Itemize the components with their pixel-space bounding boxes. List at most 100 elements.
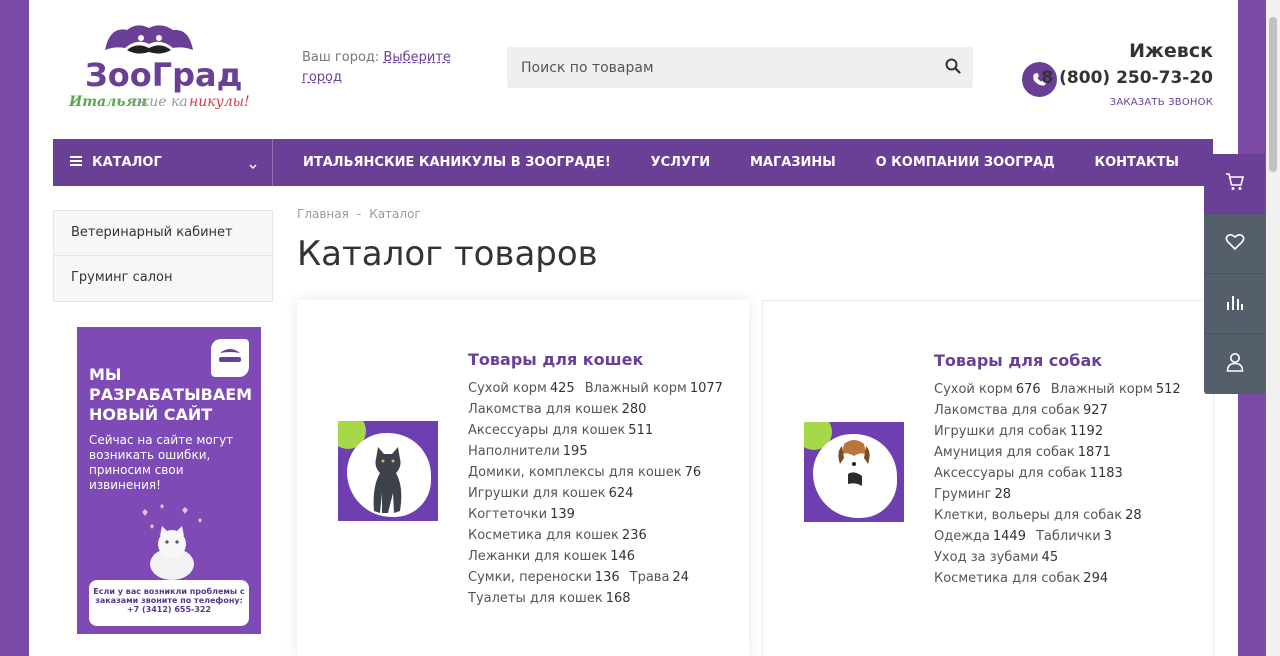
subcategory-count: 624 bbox=[608, 486, 634, 501]
subcategory-count: 139 bbox=[550, 507, 575, 522]
card-title-cats[interactable]: Товары для кошек bbox=[468, 350, 738, 369]
subcategory-count: 1077 bbox=[689, 381, 723, 396]
profile-button[interactable] bbox=[1204, 334, 1265, 394]
subcategory-link[interactable]: Когтеточки bbox=[468, 507, 547, 522]
category-row: Лежанки для кошек 146 bbox=[468, 546, 738, 567]
category-row: Сумки, переноски 136 Трава 24 bbox=[468, 567, 738, 588]
banner-cat-image bbox=[132, 502, 212, 582]
subcategory-link[interactable]: Игрушки для кошек bbox=[468, 486, 606, 501]
nav-item-services[interactable]: УСЛУГИ bbox=[651, 155, 711, 170]
phone-number[interactable]: 8 (800) 250-73-20 bbox=[1041, 68, 1213, 88]
category-row: Туалеты для кошек 168 bbox=[468, 588, 738, 609]
category-row: Одежда 1449 Таблички 3 bbox=[934, 526, 1204, 547]
page-scrollbar[interactable] bbox=[1266, 0, 1280, 656]
nav-item-stores[interactable]: МАГАЗИНЫ bbox=[750, 155, 836, 170]
category-row: Сухой корм 425 Влажный корм 1077 bbox=[468, 378, 738, 399]
svg-text:ские ка: ские ка bbox=[133, 94, 188, 110]
subcategory-link[interactable]: Игрушки для собак bbox=[934, 424, 1067, 439]
cart-icon bbox=[1225, 172, 1245, 195]
site-logo[interactable]: ЗооГрад Итальян ские ка никулы! bbox=[65, 20, 250, 116]
subcategory-link[interactable]: Наполнители bbox=[468, 444, 560, 459]
chevron-down-icon bbox=[249, 159, 257, 174]
category-row: Уход за зубами 45 bbox=[934, 547, 1204, 568]
subcategory-link[interactable]: Аксессуары для кошек bbox=[468, 423, 625, 438]
city-selector: Ваш город: Выберите город bbox=[302, 48, 472, 88]
search-icon[interactable] bbox=[945, 58, 963, 76]
category-row: Косметика для кошек 236 bbox=[468, 525, 738, 546]
scrollbar-thumb[interactable] bbox=[1269, 17, 1277, 172]
subcategory-link[interactable]: Одежда bbox=[934, 529, 990, 544]
subcategory-count: 280 bbox=[621, 402, 647, 417]
category-row: Лакомства для собак 927 bbox=[934, 400, 1204, 421]
subcategory-link[interactable]: Груминг bbox=[934, 487, 991, 502]
category-row: Когтеточки 139 bbox=[468, 504, 738, 525]
sidebar-item-grooming[interactable]: Груминг салон bbox=[54, 256, 272, 301]
cat-links: Товары для кошек Сухой корм 425 Влажный ко… bbox=[468, 350, 738, 609]
nav-item-contacts[interactable]: КОНТАКТЫ bbox=[1095, 155, 1179, 170]
subcategory-link[interactable]: Лакомства для кошек bbox=[468, 402, 619, 417]
subcategory-link[interactable]: Сумки, переноски bbox=[468, 570, 592, 585]
subcategory-count: 76 bbox=[684, 465, 702, 480]
svg-text:никулы!: никулы! bbox=[189, 94, 249, 110]
promo-banner[interactable]: МЫ РАЗРАБАТЫВАЕМ НОВЫЙ САЙТ Сейчас на са… bbox=[77, 327, 261, 634]
subcategory-link[interactable]: Таблички bbox=[1036, 529, 1101, 544]
category-row: Лакомства для кошек 280 bbox=[468, 399, 738, 420]
subcategory-link[interactable]: Туалеты для кошек bbox=[468, 591, 603, 606]
category-row: Косметика для собак 294 bbox=[934, 568, 1204, 589]
breadcrumb-separator: - bbox=[356, 207, 362, 221]
card-title-dogs[interactable]: Товары для собак bbox=[934, 351, 1204, 370]
city-prompt-label: Ваш город: bbox=[302, 50, 380, 65]
subcategory-link[interactable]: Влажный корм bbox=[1051, 382, 1153, 397]
category-row: Аксессуары для собак 1183 bbox=[934, 463, 1204, 484]
nav-item-italian-holidays[interactable]: ИТАЛЬЯНСКИЕ КАНИКУЛЫ В ЗООГРАДЕ! bbox=[303, 155, 611, 170]
category-card-cats: Товары для кошек Сухой корм 425 Влажный ко… bbox=[297, 300, 749, 656]
breadcrumb-current: Каталог bbox=[369, 207, 421, 221]
cat-image[interactable] bbox=[338, 421, 438, 521]
subcategory-count: 1449 bbox=[992, 529, 1026, 544]
subcategory-link[interactable]: Аксессуары для собак bbox=[934, 466, 1087, 481]
subcategory-link[interactable]: Сухой корм bbox=[468, 381, 547, 396]
breadcrumb-home[interactable]: Главная bbox=[297, 207, 349, 221]
favorites-button[interactable] bbox=[1204, 214, 1265, 274]
banner-note: Если у вас возникли проблемы с заказами … bbox=[89, 580, 249, 626]
subcategory-link[interactable]: Клетки, вольеры для собак bbox=[934, 508, 1122, 523]
subcategory-count: 195 bbox=[562, 444, 588, 459]
subcategory-link[interactable]: Влажный корм bbox=[585, 381, 687, 396]
subcategory-count: 146 bbox=[610, 549, 636, 564]
user-icon bbox=[1226, 352, 1244, 376]
subcategory-link[interactable]: Трава bbox=[630, 570, 670, 585]
search-box bbox=[507, 47, 973, 88]
category-row: Игрушки для кошек 624 bbox=[468, 483, 738, 504]
category-row: Домики, комплексы для кошек 76 bbox=[468, 462, 738, 483]
subcategory-link[interactable]: Уход за зубами bbox=[934, 550, 1039, 565]
subcategory-link[interactable]: Сухой корм bbox=[934, 382, 1013, 397]
callback-link[interactable]: ЗАКАЗАТЬ ЗВОНОК bbox=[1110, 97, 1213, 108]
compare-button[interactable] bbox=[1204, 274, 1265, 334]
subcategory-count: 3 bbox=[1103, 529, 1112, 544]
category-row: Груминг 28 bbox=[934, 484, 1204, 505]
subcategory-count: 927 bbox=[1083, 403, 1108, 418]
category-row: Наполнители 195 bbox=[468, 441, 738, 462]
compare-icon bbox=[1226, 294, 1244, 314]
nav-item-about[interactable]: О КОМПАНИИ ЗООГРАД bbox=[876, 155, 1055, 170]
current-city[interactable]: Ижевск bbox=[1129, 40, 1213, 62]
subcategory-link[interactable]: Лакомства для собак bbox=[934, 403, 1080, 418]
subcategory-count: 28 bbox=[994, 487, 1012, 502]
subcategory-link[interactable]: Домики, комплексы для кошек bbox=[468, 465, 682, 480]
sidebar-item-vet[interactable]: Ветеринарный кабинет bbox=[54, 211, 272, 256]
subcategory-link[interactable]: Лежанки для кошек bbox=[468, 549, 607, 564]
category-card-dogs: Товары для собак Сухой корм 676 Влажный ко… bbox=[762, 300, 1214, 656]
dog-image[interactable] bbox=[804, 422, 904, 522]
subcategory-link[interactable]: Косметика для кошек bbox=[468, 528, 619, 543]
category-row: Сухой корм 676 Влажный корм 512 bbox=[934, 379, 1204, 400]
cart-button[interactable] bbox=[1204, 154, 1265, 214]
search-input[interactable] bbox=[507, 47, 973, 88]
catalog-menu-button[interactable]: КАТАЛОГ bbox=[53, 139, 273, 186]
svg-text:ЗооГрад: ЗооГрад bbox=[85, 56, 242, 94]
category-row: Клетки, вольеры для собак 28 bbox=[934, 505, 1204, 526]
category-row: Аксессуары для кошек 511 bbox=[468, 420, 738, 441]
subcategory-link[interactable]: Косметика для собак bbox=[934, 571, 1080, 586]
subcategory-link[interactable]: Амуниция для собак bbox=[934, 445, 1075, 460]
subcategory-count: 24 bbox=[672, 570, 689, 585]
menu-icon bbox=[70, 155, 82, 170]
